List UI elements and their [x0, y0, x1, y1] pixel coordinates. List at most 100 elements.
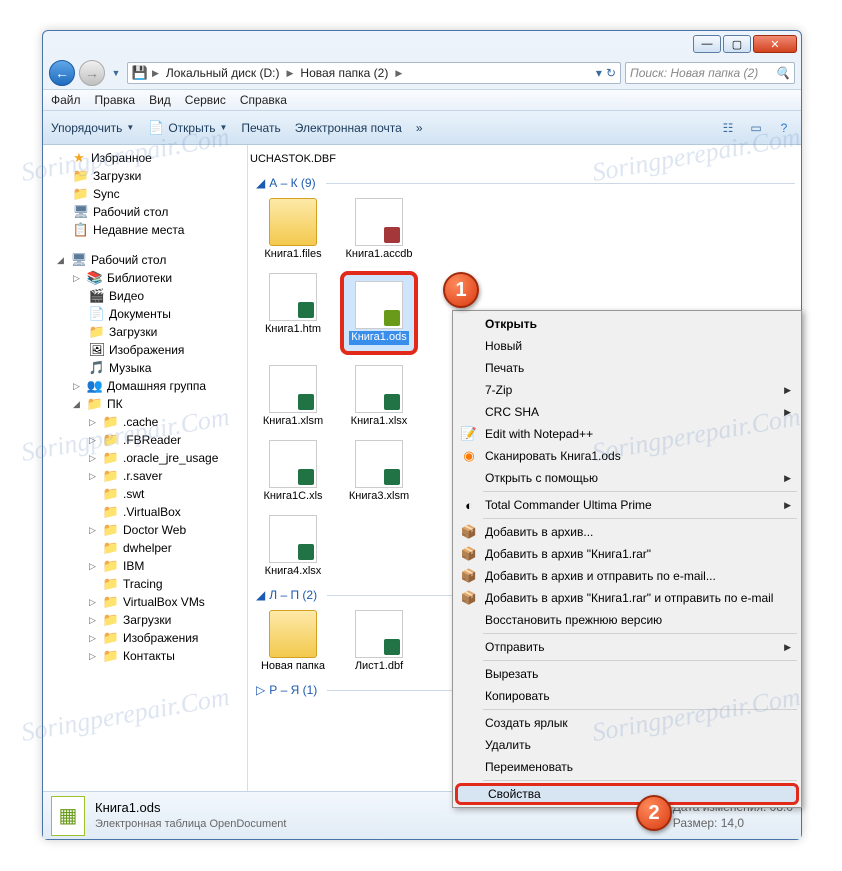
folder-icon: 📁 [103, 594, 119, 610]
ctx-cut[interactable]: Вырезать [455, 663, 799, 685]
refresh-icon[interactable]: ↻ [606, 66, 616, 80]
more-button[interactable]: » [416, 121, 423, 135]
ctx-addrar[interactable]: 📦Добавить в архив "Книга1.rar" [455, 543, 799, 565]
ctx-shortcut[interactable]: Создать ярлык [455, 712, 799, 734]
sidebar-item[interactable]: 📁.swt [43, 485, 247, 503]
sidebar-item[interactable]: 📁Загрузки [43, 167, 247, 185]
sidebar-item[interactable]: 📋Недавние места [43, 221, 247, 239]
minimize-button[interactable]: — [693, 35, 721, 53]
organize-button[interactable]: Упорядочить▼ [51, 121, 134, 135]
sidebar-favorites[interactable]: ★Избранное [43, 149, 247, 167]
sidebar-item[interactable]: ▷📁.cache [43, 413, 247, 431]
recent-icon: 📋 [73, 222, 89, 238]
crumb-arrow-icon: ▶ [393, 68, 404, 79]
sidebar-item[interactable]: 📁Tracing [43, 575, 247, 593]
file-item[interactable]: Книга1.accdb [340, 196, 418, 263]
file-item[interactable]: Книга1.xlsx [340, 363, 418, 430]
sidebar-item[interactable]: 📁Sync [43, 185, 247, 203]
file-item[interactable]: Книга1.files [254, 196, 332, 263]
address-bar[interactable]: 💾 ▶ Локальный диск (D:) ▶ Новая папка (2… [127, 62, 621, 84]
ctx-addarchive[interactable]: 📦Добавить в архив... [455, 521, 799, 543]
annotation-badge-2: 2 [636, 795, 672, 831]
sidebar-item[interactable]: ▷📁Изображения [43, 629, 247, 647]
file-item[interactable]: Книга1.xlsm [254, 363, 332, 430]
address-dropdown-icon[interactable]: ▾ [596, 66, 602, 80]
preview-pane-icon[interactable]: ▭ [747, 119, 765, 137]
ods-icon [355, 281, 403, 329]
sidebar-item[interactable]: ▷📁.r.saver [43, 467, 247, 485]
menu-service[interactable]: Сервис [185, 93, 226, 107]
ctx-print[interactable]: Печать [455, 357, 799, 379]
crumb-arrow-icon: ▶ [284, 68, 295, 79]
file-item[interactable]: Книга3.xlsm [340, 438, 418, 505]
folder-icon: 📁 [103, 504, 119, 520]
crumb-folder[interactable]: Новая папка (2) [297, 66, 391, 80]
sidebar-item[interactable]: ▷📁.FBReader [43, 431, 247, 449]
sidebar-item[interactable]: 🎵Музыка [43, 359, 247, 377]
close-button[interactable]: ✕ [753, 35, 797, 53]
history-dropdown[interactable]: ▼ [109, 64, 123, 82]
menu-help[interactable]: Справка [240, 93, 287, 107]
sidebar-item[interactable]: 📄Документы [43, 305, 247, 323]
file-item[interactable]: Книга4.xlsx [254, 513, 332, 580]
ctx-rename[interactable]: Переименовать [455, 756, 799, 778]
sidebar-item[interactable]: ▷📁.oracle_jre_usage [43, 449, 247, 467]
sidebar-item[interactable]: 📁.VirtualBox [43, 503, 247, 521]
menu-file[interactable]: Файл [51, 93, 81, 107]
menu-view[interactable]: Вид [149, 93, 171, 107]
print-button[interactable]: Печать [241, 121, 280, 135]
submenu-arrow-icon: ▶ [784, 473, 791, 484]
ctx-addemail[interactable]: 📦Добавить в архив и отправить по e-mail.… [455, 565, 799, 587]
open-icon: 📄 [148, 120, 164, 136]
folder-icon: 📁 [103, 414, 119, 430]
file-item[interactable]: Новая папка [254, 608, 332, 675]
folder-icon: 📁 [103, 612, 119, 628]
sidebar-desktop[interactable]: ◢🖥Рабочий стол [43, 251, 247, 269]
file-item[interactable]: Книга1.htm [254, 271, 332, 354]
ctx-scan[interactable]: ◉Сканировать Книга1.ods [455, 445, 799, 467]
view-mode-icon[interactable]: ☷ [719, 119, 737, 137]
help-icon[interactable]: ? [775, 119, 793, 137]
sidebar[interactable]: ★Избранное 📁Загрузки 📁Sync 🖥Рабочий стол… [43, 145, 248, 791]
sidebar-item[interactable]: 🎬Видео [43, 287, 247, 305]
ctx-totalcmd[interactable]: ◐Total Commander Ultima Prime▶ [455, 494, 799, 516]
sidebar-pc[interactable]: ◢📁ПК [43, 395, 247, 413]
ctx-crcsha[interactable]: CRC SHA▶ [455, 401, 799, 423]
crumb-drive[interactable]: Локальный диск (D:) [163, 66, 283, 80]
forward-button[interactable]: → [79, 60, 105, 86]
sidebar-item[interactable]: 📁dwhelper [43, 539, 247, 557]
sidebar-item[interactable]: ▷📁VirtualBox VMs [43, 593, 247, 611]
file-item[interactable]: UCHASTOK.DBF [254, 149, 332, 168]
sidebar-item[interactable]: ▷📁Контакты [43, 647, 247, 665]
sidebar-item[interactable]: 📁Загрузки [43, 323, 247, 341]
file-item-selected[interactable]: Книга1.ods [340, 271, 418, 354]
ctx-new[interactable]: Новый [455, 335, 799, 357]
file-item[interactable]: Лист1.dbf [340, 608, 418, 675]
ctx-open[interactable]: Открыть [455, 313, 799, 335]
ctx-sendto[interactable]: Отправить▶ [455, 636, 799, 658]
sidebar-homegroup[interactable]: ▷👥Домашняя группа [43, 377, 247, 395]
maximize-button[interactable]: ▢ [723, 35, 751, 53]
ctx-openwith[interactable]: Открыть с помощью▶ [455, 467, 799, 489]
ctx-delete[interactable]: Удалить [455, 734, 799, 756]
group-header-ak[interactable]: ◢А – К (9) [256, 176, 795, 190]
sidebar-item[interactable]: 🖥Рабочий стол [43, 203, 247, 221]
menu-edit[interactable]: Правка [95, 93, 136, 107]
sidebar-item[interactable]: ▷📁Загрузки [43, 611, 247, 629]
ctx-addraremail[interactable]: 📦Добавить в архив "Книга1.rar" и отправи… [455, 587, 799, 609]
email-button[interactable]: Электронная почта [295, 121, 402, 135]
ctx-7zip[interactable]: 7-Zip▶ [455, 379, 799, 401]
sidebar-item[interactable]: 🖼Изображения [43, 341, 247, 359]
ctx-notepadpp[interactable]: 📝Edit with Notepad++ [455, 423, 799, 445]
search-box[interactable]: Поиск: Новая папка (2) 🔍 [625, 62, 795, 84]
sidebar-item[interactable]: ▷📁IBM [43, 557, 247, 575]
sidebar-item[interactable]: ▷📁Doctor Web [43, 521, 247, 539]
sidebar-libraries[interactable]: ▷📚Библиотеки [43, 269, 247, 287]
back-button[interactable]: ← [49, 60, 75, 86]
html-icon [269, 273, 317, 321]
open-button[interactable]: 📄Открыть▼ [148, 120, 227, 136]
ctx-restore[interactable]: Восстановить прежнюю версию [455, 609, 799, 631]
file-item[interactable]: Книга1С.xls [254, 438, 332, 505]
ctx-copy[interactable]: Копировать [455, 685, 799, 707]
ctx-properties[interactable]: Свойства [455, 783, 799, 805]
